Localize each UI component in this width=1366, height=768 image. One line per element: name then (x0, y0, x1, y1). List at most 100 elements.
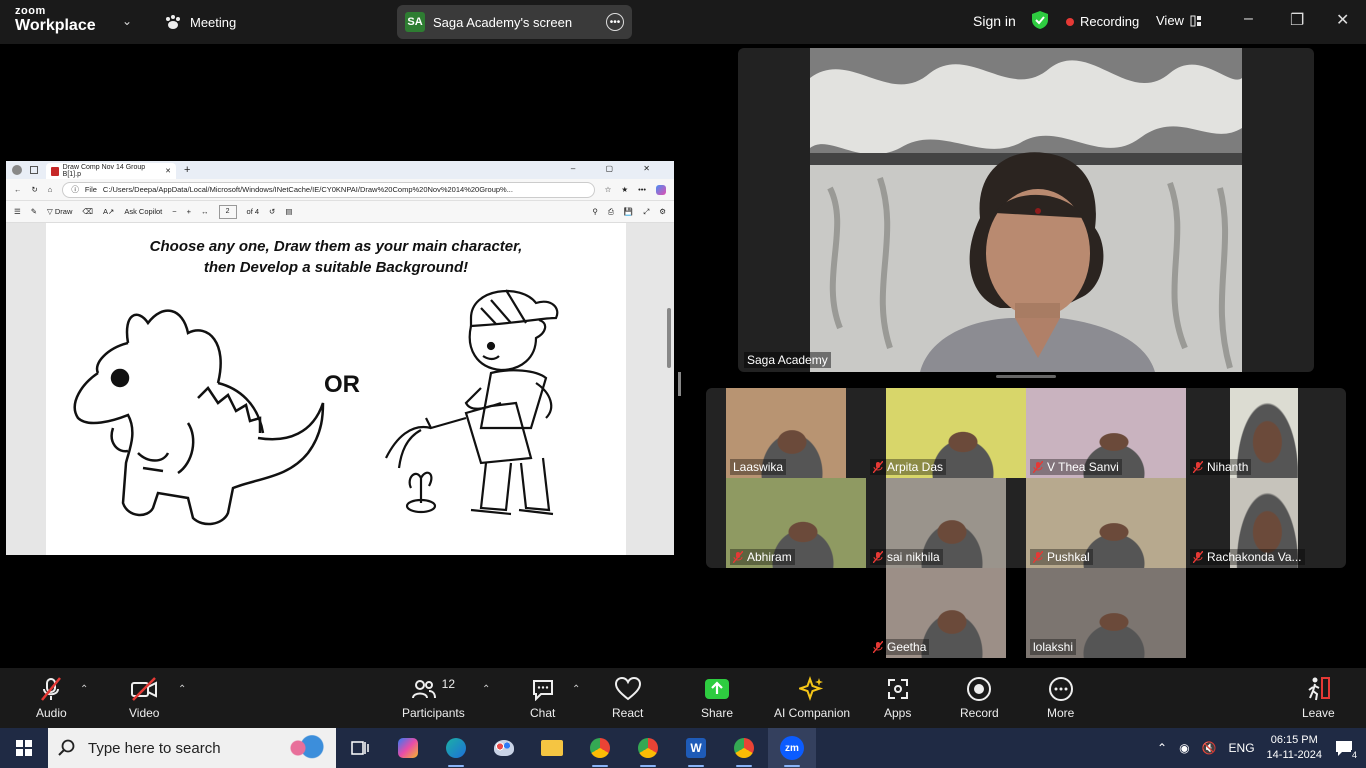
draw-label: Draw (54, 207, 73, 216)
windows-icon (16, 740, 32, 756)
browser-window-controls[interactable]: – ▢ ✕ (571, 164, 664, 173)
zoom-in-icon[interactable]: + (187, 207, 191, 216)
leave-button[interactable]: Leave (1302, 676, 1335, 720)
chat-label: Chat (530, 706, 556, 720)
address-input[interactable]: ⓘ File C:/Users/Deepa/AppData/Local/Micr… (62, 181, 595, 198)
rotate-icon[interactable]: ↺ (269, 207, 275, 216)
participant-tile[interactable]: Laaswika (726, 388, 886, 478)
favorites-icon[interactable]: ★ (621, 185, 628, 194)
chevron-up-icon[interactable]: ⌃ (1157, 741, 1167, 755)
eraser-icon[interactable]: ⌫ (82, 207, 93, 216)
pdf-icon (51, 166, 59, 176)
participant-tile[interactable]: Nihanth (1186, 388, 1346, 478)
video-button[interactable]: Video (129, 676, 159, 720)
view-label: View (1156, 13, 1184, 28)
close-icon[interactable]: ✕ (1336, 10, 1349, 30)
record-button[interactable]: Record (960, 676, 999, 720)
restore-icon[interactable]: ❐ (1290, 10, 1304, 30)
settings-icon[interactable]: ⚙ (659, 207, 666, 216)
participant-tile[interactable]: Pushkal (1026, 478, 1186, 568)
copilot-icon[interactable] (656, 184, 666, 195)
video-options-icon[interactable]: ⌃ (178, 684, 186, 695)
shield-check-icon[interactable] (1031, 10, 1049, 30)
page-view-icon[interactable]: ▤ (285, 207, 292, 216)
gallery-resize-handle[interactable] (996, 375, 1056, 378)
print-icon[interactable]: ⎙ (608, 207, 614, 217)
active-speaker-video[interactable]: Saga Academy (738, 48, 1314, 372)
text-icon[interactable]: A↗ (103, 207, 114, 216)
audio-options-icon[interactable]: ⌃ (80, 684, 88, 695)
language-indicator[interactable]: ENG (1229, 741, 1255, 755)
notifications-button[interactable]: 4 (1334, 738, 1358, 760)
chat-options-icon[interactable]: ⌃ (572, 684, 580, 695)
clock[interactable]: 06:15 PM 14-11-2024 (1267, 733, 1322, 763)
panel-resize-handle[interactable] (678, 372, 681, 396)
audio-button[interactable]: Audio (36, 676, 67, 720)
new-tab-icon[interactable]: + (184, 164, 190, 176)
participants-options-icon[interactable]: ⌃ (482, 684, 490, 695)
fit-icon[interactable]: ↔ (201, 207, 209, 216)
page-number-input[interactable]: 2 (218, 204, 237, 219)
chrome-app-icon-3[interactable] (720, 728, 768, 768)
sign-in-link[interactable]: Sign in (973, 13, 1016, 29)
participant-tile[interactable]: Arpita Das (866, 388, 1026, 478)
paint-app-icon[interactable] (480, 728, 528, 768)
ask-copilot-button[interactable]: Ask Copilot (124, 207, 162, 216)
meeting-menu[interactable]: Meeting (164, 14, 236, 30)
profile-icon[interactable] (12, 165, 22, 175)
recording-indicator[interactable]: Recording (1066, 14, 1139, 29)
pdf-viewer[interactable]: Choose any one, Draw them as your main c… (6, 223, 674, 555)
meeting-label: Meeting (190, 14, 237, 30)
participant-tile[interactable]: V Thea Sanvi (1026, 388, 1186, 478)
apps-button[interactable]: Apps (884, 676, 911, 720)
chrome-app-icon-2[interactable] (624, 728, 672, 768)
refresh-icon[interactable]: ↻ (32, 185, 38, 194)
ai-companion-button[interactable]: AI Companion (774, 676, 850, 720)
copilot-app-icon[interactable] (384, 728, 432, 768)
view-button[interactable]: View (1156, 13, 1202, 28)
highlight-icon[interactable]: ✎ (31, 207, 37, 216)
participants-button[interactable]: 12 Participants (402, 676, 465, 720)
participant-tile[interactable]: lolakshi (1026, 568, 1186, 658)
save-icon[interactable]: 💾 (624, 207, 633, 216)
file-explorer-icon[interactable] (528, 728, 576, 768)
more-button[interactable]: More (1047, 676, 1074, 720)
minimize-icon[interactable]: – (1244, 10, 1253, 28)
start-button[interactable] (0, 728, 48, 768)
close-icon[interactable]: ✕ (165, 167, 171, 175)
participant-tile[interactable]: Abhiram (726, 478, 886, 568)
zoom-out-icon[interactable]: − (172, 207, 176, 216)
zoom-app-icon[interactable]: zm (768, 728, 816, 768)
participant-tile[interactable]: Geetha (866, 568, 1026, 658)
share-indicator[interactable]: SA Saga Academy's screen ••• (397, 5, 632, 39)
tab-actions-icon[interactable] (30, 166, 38, 174)
edge-app-icon[interactable] (432, 728, 480, 768)
fullscreen-icon[interactable]: ⤢ (643, 207, 649, 217)
chrome-app-icon[interactable] (576, 728, 624, 768)
share-button[interactable]: Share (701, 676, 733, 720)
participant-tile[interactable]: sai nikhila (866, 478, 1026, 568)
word-app-icon[interactable]: W (672, 728, 720, 768)
back-icon[interactable]: ← (14, 185, 22, 194)
webcam-icon[interactable]: ◉ (1179, 741, 1189, 755)
search-icon[interactable]: ⚲ (592, 207, 598, 216)
more-icon[interactable]: ••• (606, 13, 624, 31)
contents-icon[interactable]: ☰ (14, 207, 21, 216)
more-icon[interactable]: ••• (638, 185, 646, 194)
participant-tile[interactable]: Rachakonda Va... (1186, 478, 1346, 568)
react-label: React (612, 706, 644, 720)
task-view-icon[interactable] (336, 728, 384, 768)
more-label: More (1047, 706, 1075, 720)
react-button[interactable]: React (612, 676, 643, 720)
star-icon[interactable]: ☆ (605, 185, 612, 194)
browser-tab[interactable]: Draw Comp Nov 14 Group B[1].p ✕ (46, 163, 176, 179)
taskbar-search-input[interactable]: Type here to search (48, 728, 336, 768)
pdf-scrollbar[interactable] (667, 308, 671, 368)
speaker-muted-icon[interactable]: 🔇 (1202, 741, 1217, 755)
chat-icon (532, 680, 553, 701)
chat-button[interactable]: Chat (530, 676, 555, 720)
chevron-down-icon[interactable]: ⌄ (122, 14, 132, 28)
draw-button[interactable]: ▽ Draw (47, 207, 72, 216)
ai-companion-label: AI Companion (774, 706, 851, 720)
home-icon[interactable]: ⌂ (48, 185, 53, 194)
